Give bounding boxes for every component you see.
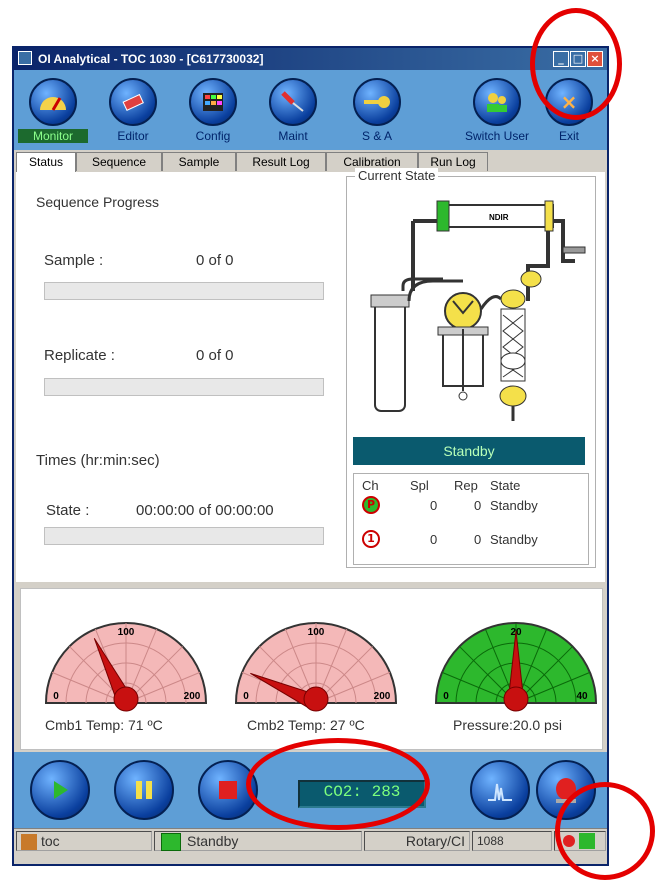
state-text: Standby — [187, 833, 239, 849]
channel-table: Ch Spl Rep State P 0 0 Standby 1 0 0 Sta… — [353, 473, 589, 565]
annotation-circle-co2 — [246, 738, 430, 830]
gauge-min-label: 0 — [243, 691, 249, 702]
spl-header: Spl — [410, 478, 429, 493]
code-cell: 1088 — [472, 831, 552, 851]
1-channel-icon: 1 — [362, 530, 380, 548]
state-time-value: 00:00:00 of 00:00:00 — [136, 502, 274, 519]
cmb1-temp-gauge: 0 100 200 — [41, 603, 211, 713]
current-state-status: Standby — [353, 437, 585, 465]
user-icon — [21, 834, 37, 851]
rep-header: Rep — [454, 478, 478, 493]
user-name: toc — [41, 833, 60, 849]
gauge-hub — [113, 686, 139, 712]
gauge-max-label: 200 — [184, 691, 201, 702]
gauge-mid-label: 100 — [308, 627, 325, 638]
row2-state: Standby — [490, 532, 538, 547]
sample-progress-bar — [44, 282, 324, 300]
state-indicator-icon — [161, 833, 181, 852]
tab-bar: Status Sequence Sample Result Log Calibr… — [16, 152, 606, 173]
maint-label: Maint — [278, 129, 308, 143]
ch-header: Ch — [362, 478, 379, 493]
maint-button[interactable]: Maint — [258, 78, 328, 148]
annotation-circle-exit — [530, 8, 622, 120]
row1-rep: 0 — [474, 498, 482, 513]
switch-user-label: Switch User — [464, 129, 529, 143]
key-icon — [353, 78, 401, 126]
sample-label: Sample : — [44, 252, 104, 269]
state-label: State : — [46, 502, 90, 519]
cmb1-temp-caption: Cmb1 Temp: 71 ºC — [45, 717, 163, 733]
monitor-label: Monitor — [18, 129, 88, 143]
gauge-panel: 0 100 200 Cmb1 Temp: 71 ºC 0 100 200 Cmb2 Te… — [20, 588, 603, 750]
status-panel: Sequence Progress Sample : 0 of 0 Replic… — [16, 168, 605, 582]
config-button[interactable]: Config — [178, 78, 248, 148]
ndir-label: NDIR — [489, 213, 509, 222]
tab-sample[interactable]: Sample — [162, 152, 236, 171]
gauge-min-label: 0 — [53, 691, 59, 702]
row2-spl: 0 — [430, 532, 438, 547]
play-icon — [54, 781, 68, 799]
instrument-flow-diagram: NDIR — [353, 191, 589, 427]
cmb2-temp-gauge: 0 100 200 — [231, 603, 401, 713]
row1-spl: 0 — [430, 498, 438, 513]
times-title: Times (hr:min:sec) — [36, 452, 160, 469]
editor-label: Editor — [117, 129, 149, 143]
editor-button[interactable]: Editor — [98, 78, 168, 148]
users-icon — [473, 78, 521, 126]
peak-chart-button[interactable] — [470, 760, 530, 820]
pause-icon — [136, 781, 152, 799]
grid-icon — [189, 78, 237, 126]
state-header: State — [490, 478, 521, 493]
gauge-max-label: 200 — [374, 691, 391, 702]
annotation-circle-status — [555, 782, 655, 880]
main-toolbar: Monitor Editor Config Maint S & A Switch… — [14, 70, 607, 150]
gauge-icon — [29, 78, 77, 126]
gauge-hub — [303, 686, 329, 712]
cmb2-temp-caption: Cmb2 Temp: 27 ºC — [247, 717, 365, 733]
state-cell: Standby — [154, 831, 362, 852]
exit-label: Exit — [558, 129, 579, 143]
play-button[interactable] — [30, 760, 90, 820]
sequence-progress-title: Sequence Progress — [36, 194, 159, 210]
s-and-a-button[interactable]: S & A — [342, 78, 412, 148]
row1-state: Standby — [490, 498, 538, 513]
pressure-gauge: 02040 — [431, 603, 601, 713]
current-state-title: Current State — [355, 168, 439, 183]
window-title: OI Analytical - TOC 1030 - [C617730032] — [38, 52, 264, 66]
gauge-mid-label: 100 — [118, 627, 135, 638]
title-bar: OI Analytical - TOC 1030 - [C617730032] … — [14, 48, 607, 70]
pressure-caption: Pressure:20.0 psi — [453, 717, 562, 733]
tab-result-log[interactable]: Result Log — [236, 152, 326, 171]
row2-rep: 0 — [474, 532, 482, 547]
p-channel-icon: P — [362, 496, 380, 514]
peak-chart-icon — [488, 783, 512, 801]
replicate-label: Replicate : — [44, 347, 115, 364]
tab-sequence[interactable]: Sequence — [76, 152, 162, 171]
screwdriver-icon — [269, 78, 317, 126]
monitor-button[interactable]: Monitor — [18, 78, 88, 148]
replicate-progress-bar — [44, 378, 324, 396]
switch-user-button[interactable]: Switch User — [462, 78, 532, 148]
user-cell: toc — [16, 831, 152, 851]
state-progress-bar — [44, 527, 324, 545]
stop-icon — [219, 781, 237, 799]
sample-value: 0 of 0 — [196, 252, 234, 269]
status-bar: toc Standby Rotary/CI 1088 — [14, 828, 607, 853]
eraser-icon — [109, 78, 157, 126]
current-state-group: Current State NDIR Standby Ch Spl Rep St… — [346, 168, 596, 568]
gauge-min-label: 0 — [443, 691, 449, 702]
s-and-a-label: S & A — [361, 129, 393, 143]
tab-status[interactable]: Status — [16, 152, 76, 173]
gauge-hub — [503, 686, 529, 712]
gauge-max-label: 40 — [576, 691, 588, 702]
app-icon — [18, 51, 32, 65]
config-label: Config — [195, 129, 231, 143]
replicate-value: 0 of 0 — [196, 347, 234, 364]
sampler-cell: Rotary/CI — [364, 831, 470, 851]
pause-button[interactable] — [114, 760, 174, 820]
